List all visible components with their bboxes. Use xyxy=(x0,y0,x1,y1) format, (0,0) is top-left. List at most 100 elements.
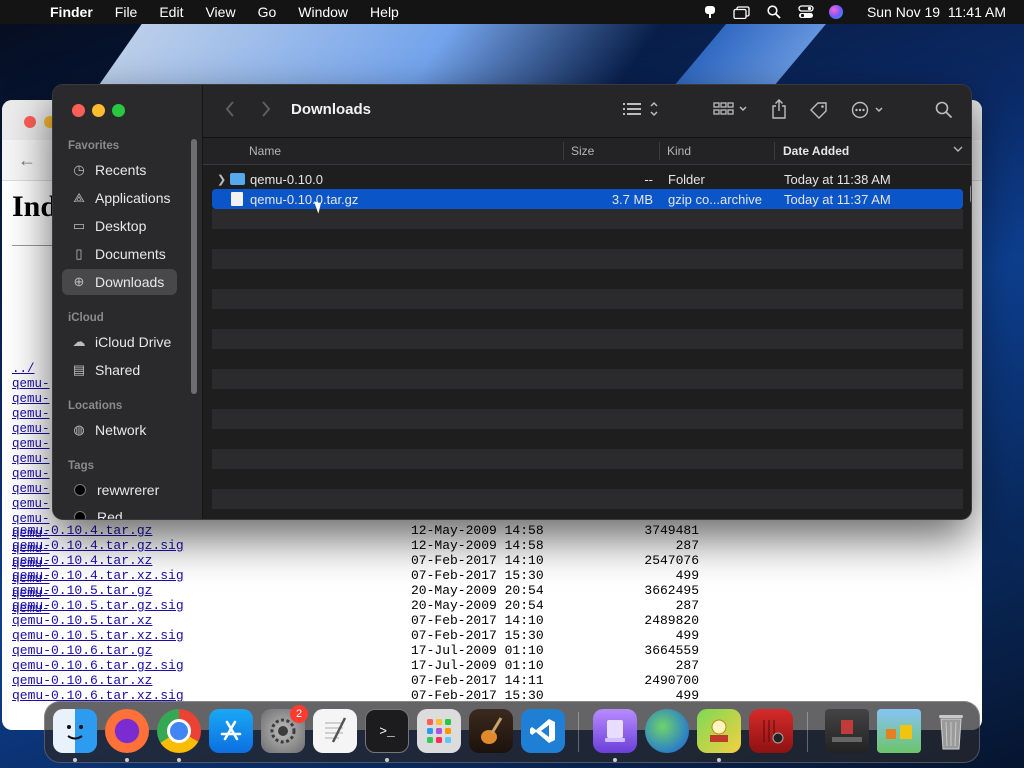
dock-finder-icon[interactable] xyxy=(53,709,97,753)
empty-row xyxy=(212,369,963,389)
menu-file[interactable]: File xyxy=(115,4,138,20)
control-center-icon[interactable] xyxy=(797,5,815,19)
sidebar-item-applications[interactable]: ⟁ Applications xyxy=(62,185,177,211)
list-view-icon[interactable] xyxy=(623,101,659,122)
file-name: qemu-0.10.0.tar.gz xyxy=(250,192,359,207)
menu-window[interactable]: Window xyxy=(298,4,348,20)
column-name-header[interactable]: Name xyxy=(249,144,281,158)
empty-row xyxy=(212,469,963,489)
sidebar-item-icloud-drive[interactable]: ☁ iCloud Drive xyxy=(62,329,177,355)
dock-system-settings-icon[interactable]: 2 xyxy=(261,705,308,753)
dock-world-globe-icon[interactable] xyxy=(645,709,689,753)
dock-firefox-icon[interactable] xyxy=(105,709,149,753)
close-button[interactable] xyxy=(24,116,36,128)
column-date-added-header[interactable]: Date Added xyxy=(783,144,849,158)
sidebar-section-tags: Tags xyxy=(68,460,94,472)
dock-recorder-icon[interactable] xyxy=(749,709,793,753)
menu-bar-clock[interactable]: Sun Nov 19 11:41 AM xyxy=(867,4,1006,20)
directory-link[interactable]: qemu- xyxy=(12,407,50,422)
dock-minimized-window-thumbnail[interactable] xyxy=(825,709,869,753)
sidebar-item-label: iCloud Drive xyxy=(95,334,172,350)
directory-link[interactable]: qemu- xyxy=(12,437,50,452)
column-separator[interactable] xyxy=(563,142,564,160)
back-chevron-icon[interactable] xyxy=(225,101,235,122)
close-button[interactable] xyxy=(72,104,85,117)
ice-cream-icon[interactable] xyxy=(701,5,719,19)
empty-row xyxy=(212,429,963,449)
menu-help[interactable]: Help xyxy=(370,4,399,20)
sort-chevron-icon[interactable] xyxy=(953,143,963,157)
running-indicator xyxy=(125,758,129,762)
cloud-icon: ☁ xyxy=(72,334,86,349)
search-icon[interactable] xyxy=(935,101,953,124)
page-heading: Ind xyxy=(12,190,58,223)
document-icon: ▯ xyxy=(75,246,83,261)
sidebar-item-tag-red[interactable]: Red xyxy=(62,504,177,519)
column-kind-header[interactable]: Kind xyxy=(667,144,691,158)
empty-row xyxy=(212,269,963,289)
directory-link[interactable]: qemu- xyxy=(12,497,50,512)
running-indicator xyxy=(73,758,77,762)
wallpaper-light-beam xyxy=(670,20,830,90)
finder-sidebar: Favorites ◷ Recents ⟁ Applications ▭ Deskto… xyxy=(53,85,203,519)
spotlight-search-icon[interactable] xyxy=(765,5,783,19)
menu-view[interactable]: View xyxy=(205,4,235,20)
column-separator[interactable] xyxy=(774,142,775,160)
dock-textedit-icon[interactable] xyxy=(313,709,357,753)
empty-row xyxy=(212,249,963,269)
file-list-scrollbar[interactable] xyxy=(970,185,971,203)
sidebar-item-downloads[interactable]: ⊕ Downloads xyxy=(62,269,177,295)
dock-app-store-icon[interactable] xyxy=(209,709,253,753)
file-date-added: Today at 11:38 AM xyxy=(784,172,891,187)
dock-launchpad-icon[interactable] xyxy=(417,709,461,753)
sidebar-item-desktop[interactable]: ▭ Desktop xyxy=(62,213,177,239)
directory-link[interactable]: qemu- xyxy=(12,452,50,467)
listing-row: qemu-0.10.6.tar.gz.sig 17-Jul-2009 01:10 2… xyxy=(12,655,772,673)
directory-link[interactable]: qemu- xyxy=(12,422,50,437)
disclosure-triangle-icon[interactable]: ❯ xyxy=(217,173,226,186)
sidebar-item-recents[interactable]: ◷ Recents xyxy=(62,157,177,183)
share-icon[interactable] xyxy=(771,99,787,124)
parent-directory-link[interactable]: ../ xyxy=(12,362,50,377)
window-switcher-icon[interactable] xyxy=(733,5,751,19)
dock-chrome-icon[interactable] xyxy=(157,709,201,753)
more-actions-icon[interactable] xyxy=(851,101,887,124)
empty-row xyxy=(212,309,963,329)
terminal-prompt-icon: >_ xyxy=(379,723,395,739)
forward-chevron-icon[interactable] xyxy=(261,101,271,122)
dock-terminal-icon[interactable]: >_ xyxy=(365,709,409,753)
directory-link[interactable]: qemu- xyxy=(12,482,50,497)
sidebar-scrollbar[interactable] xyxy=(191,139,197,394)
sidebar-item-documents[interactable]: ▯ Documents xyxy=(62,241,177,267)
file-row-folder[interactable]: ❯ qemu-0.10.0 -- Folder Today at 11:38 A… xyxy=(212,169,963,189)
zoom-button[interactable] xyxy=(112,104,125,117)
desktop-icon: ▭ xyxy=(72,218,86,233)
siri-icon[interactable] xyxy=(828,5,843,19)
back-arrow-icon[interactable]: ← xyxy=(18,150,36,171)
sidebar-item-network[interactable]: ◍ Network xyxy=(62,417,177,443)
file-kind: Folder xyxy=(668,172,705,187)
menu-app-name[interactable]: Finder xyxy=(50,4,93,20)
file-row-archive[interactable]: qemu-0.10.0.tar.gz 3.7 MB gzip co...arch… xyxy=(212,189,963,209)
dock-vscode-icon[interactable] xyxy=(521,709,565,753)
sidebar-item-tag[interactable]: rewwrerer xyxy=(62,477,177,503)
column-separator[interactable] xyxy=(659,142,660,160)
minimize-button[interactable] xyxy=(92,104,105,117)
dock-garageband-icon[interactable] xyxy=(469,709,513,753)
menu-edit[interactable]: Edit xyxy=(159,4,183,20)
sidebar-item-shared[interactable]: ▤ Shared xyxy=(62,357,177,383)
dock-minimized-game-thumbnail[interactable] xyxy=(877,709,921,753)
dock-trash-icon[interactable] xyxy=(929,709,973,753)
tag-icon[interactable] xyxy=(809,101,829,124)
directory-link[interactable]: qemu- xyxy=(12,377,50,392)
dock-game-icon[interactable] xyxy=(697,709,741,753)
dock-simulator-icon[interactable] xyxy=(593,709,637,753)
directory-link[interactable]: qemu- xyxy=(12,467,50,482)
group-by-icon[interactable] xyxy=(713,101,749,122)
running-indicator xyxy=(385,758,389,762)
directory-listing: qemu-0.10.4.tar.gz 12-May-2009 14:58 37494… xyxy=(12,520,772,703)
directory-link[interactable]: qemu- xyxy=(12,392,50,407)
column-size-header[interactable]: Size xyxy=(571,144,594,158)
sidebar-section-favorites: Favorites xyxy=(68,140,120,152)
menu-go[interactable]: Go xyxy=(258,4,277,20)
